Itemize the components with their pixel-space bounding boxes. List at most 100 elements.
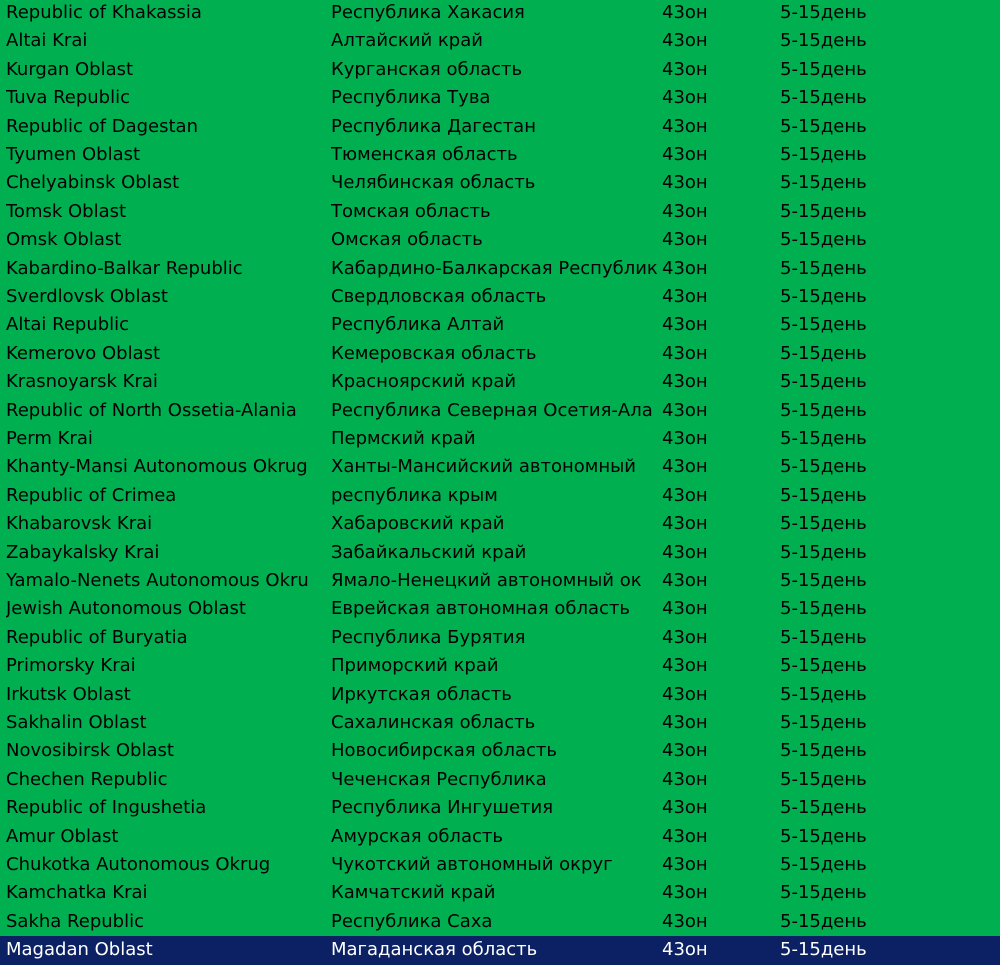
region-russian-cell[interactable]: Камчатский край — [331, 879, 659, 907]
delivery-days-cell[interactable]: 5-15день — [780, 169, 980, 197]
delivery-days-cell[interactable]: 5-15день — [780, 936, 980, 964]
table-row[interactable]: Sakhalin Oblast Сахалинская область 43он 5-… — [0, 709, 1000, 737]
region-russian-cell[interactable]: Свердловская область — [331, 283, 659, 311]
table-row[interactable]: Tyumen Oblast Тюменская область 43он 5-15де… — [0, 141, 1000, 169]
delivery-days-cell[interactable]: 5-15день — [780, 624, 980, 652]
region-russian-cell[interactable]: Ханты-Мансийский автономный — [331, 453, 659, 481]
courier-cell[interactable]: 43он — [662, 737, 772, 765]
region-english-cell[interactable]: Tyumen Oblast — [6, 141, 326, 169]
delivery-days-cell[interactable]: 5-15день — [780, 453, 980, 481]
region-english-cell[interactable]: Republic of Dagestan — [6, 113, 326, 141]
region-english-cell[interactable]: Republic of Buryatia — [6, 624, 326, 652]
region-english-cell[interactable]: Jewish Autonomous Oblast — [6, 595, 326, 623]
courier-cell[interactable]: 43он — [662, 198, 772, 226]
table-row[interactable]: Jewish Autonomous Oblast Еврейская автоно… — [0, 595, 1000, 623]
courier-cell[interactable]: 43он — [662, 567, 772, 595]
delivery-days-cell[interactable]: 5-15день — [780, 27, 980, 55]
courier-cell[interactable]: 43он — [662, 539, 772, 567]
region-english-cell[interactable]: Kurgan Oblast — [6, 56, 326, 84]
region-russian-cell[interactable]: Красноярский край — [331, 368, 659, 396]
region-english-cell[interactable]: Primorsky Krai — [6, 652, 326, 680]
table-row[interactable]: Republic of Crimea республика крым 43он 5-1… — [0, 482, 1000, 510]
delivery-days-cell[interactable]: 5-15день — [780, 823, 980, 851]
table-row[interactable]: Krasnoyarsk Krai Красноярский край 43он 5-1… — [0, 368, 1000, 396]
delivery-days-cell[interactable]: 5-15день — [780, 681, 980, 709]
region-russian-cell[interactable]: Забайкальский край — [331, 539, 659, 567]
courier-cell[interactable]: 43он — [662, 851, 772, 879]
table-row[interactable]: Sakha Republic Республика Саха 43он 5-15ден… — [0, 908, 1000, 936]
delivery-days-cell[interactable]: 5-15день — [780, 510, 980, 538]
region-russian-cell[interactable]: Республика Бурятия — [331, 624, 659, 652]
courier-cell[interactable]: 43он — [662, 681, 772, 709]
courier-cell[interactable]: 43он — [662, 453, 772, 481]
region-english-cell[interactable]: Chukotka Autonomous Okrug — [6, 851, 326, 879]
region-russian-cell[interactable]: Иркутская область — [331, 681, 659, 709]
region-russian-cell[interactable]: Магаданская область — [331, 936, 659, 964]
region-english-cell[interactable]: Kabardino-Balkar Republic — [6, 255, 326, 283]
region-english-cell[interactable]: Perm Krai — [6, 425, 326, 453]
courier-cell[interactable]: 43он — [662, 113, 772, 141]
delivery-days-cell[interactable]: 5-15день — [780, 567, 980, 595]
region-english-cell[interactable]: Republic of Crimea — [6, 482, 326, 510]
region-english-cell[interactable]: Kamchatka Krai — [6, 879, 326, 907]
delivery-days-cell[interactable]: 5-15день — [780, 652, 980, 680]
region-russian-cell[interactable]: Еврейская автономная область — [331, 595, 659, 623]
table-row[interactable]: Irkutsk Oblast Иркутская область 43он 5-15д… — [0, 681, 1000, 709]
delivery-days-cell[interactable]: 5-15день — [780, 0, 980, 27]
table-row[interactable]: Zabaykalsky Krai Забайкальский край 43он 5-… — [0, 539, 1000, 567]
region-russian-cell[interactable]: Новосибирская область — [331, 737, 659, 765]
region-russian-cell[interactable]: Республика Алтай — [331, 311, 659, 339]
region-russian-cell[interactable]: Республика Саха — [331, 908, 659, 936]
region-english-cell[interactable]: Krasnoyarsk Krai — [6, 368, 326, 396]
delivery-days-cell[interactable]: 5-15день — [780, 766, 980, 794]
region-russian-cell[interactable]: Томская область — [331, 198, 659, 226]
delivery-days-cell[interactable]: 5-15день — [780, 84, 980, 112]
courier-cell[interactable]: 43он — [662, 510, 772, 538]
table-row[interactable]: Republic of North Ossetia-Alania Республи… — [0, 397, 1000, 425]
courier-cell[interactable]: 43он — [662, 283, 772, 311]
courier-cell[interactable]: 43он — [662, 766, 772, 794]
delivery-days-cell[interactable]: 5-15день — [780, 794, 980, 822]
table-row[interactable]: Kabardino-Balkar Republic Кабардино-Балка… — [0, 255, 1000, 283]
delivery-days-cell[interactable]: 5-15день — [780, 113, 980, 141]
courier-cell[interactable]: 43он — [662, 652, 772, 680]
courier-cell[interactable]: 43он — [662, 226, 772, 254]
courier-cell[interactable]: 43он — [662, 169, 772, 197]
table-row[interactable]: Omsk Oblast Омская область 43он 5-15день — [0, 226, 1000, 254]
table-row[interactable]: Chechen Republic Чеченская Республика 43он… — [0, 766, 1000, 794]
delivery-days-cell[interactable]: 5-15день — [780, 482, 980, 510]
delivery-days-cell[interactable]: 5-15день — [780, 340, 980, 368]
courier-cell[interactable]: 43он — [662, 595, 772, 623]
courier-cell[interactable]: 43он — [662, 709, 772, 737]
region-russian-cell[interactable]: Республика Тува — [331, 84, 659, 112]
region-russian-cell[interactable]: Челябинская область — [331, 169, 659, 197]
delivery-days-cell[interactable]: 5-15день — [780, 397, 980, 425]
region-english-cell[interactable]: Republic of Khakassia — [6, 0, 326, 27]
courier-cell[interactable]: 43он — [662, 0, 772, 27]
table-row[interactable]: Republic of Ingushetia Республика Ингушет… — [0, 794, 1000, 822]
region-russian-cell[interactable]: республика крым — [331, 482, 659, 510]
region-english-cell[interactable]: Amur Oblast — [6, 823, 326, 851]
delivery-days-cell[interactable]: 5-15день — [780, 737, 980, 765]
table-row[interactable]: Kamchatka Krai Камчатский край 43он 5-15ден… — [0, 879, 1000, 907]
region-russian-cell[interactable]: Сахалинская область — [331, 709, 659, 737]
region-russian-cell[interactable]: Тюменская область — [331, 141, 659, 169]
region-english-cell[interactable]: Altai Republic — [6, 311, 326, 339]
table-row[interactable]: Kurgan Oblast Курганская область 43он 5-15д… — [0, 56, 1000, 84]
courier-cell[interactable]: 43он — [662, 823, 772, 851]
table-row[interactable]: Khabarovsk Krai Хабаровский край 43он 5-15д… — [0, 510, 1000, 538]
delivery-days-cell[interactable]: 5-15день — [780, 425, 980, 453]
region-english-cell[interactable]: Novosibirsk Oblast — [6, 737, 326, 765]
region-russian-cell[interactable]: Ямало-Ненецкий автономный ок — [331, 567, 659, 595]
delivery-days-cell[interactable]: 5-15день — [780, 255, 980, 283]
region-russian-cell[interactable]: Чеченская Республика — [331, 766, 659, 794]
delivery-days-cell[interactable]: 5-15день — [780, 141, 980, 169]
region-english-cell[interactable]: Chechen Republic — [6, 766, 326, 794]
courier-cell[interactable]: 43он — [662, 794, 772, 822]
region-russian-cell[interactable]: Кемеровская область — [331, 340, 659, 368]
courier-cell[interactable]: 43он — [662, 397, 772, 425]
table-row[interactable]: Republic of Dagestan Республика Дагестан 4… — [0, 113, 1000, 141]
region-english-cell[interactable]: Magadan Oblast — [6, 936, 326, 964]
region-russian-cell[interactable]: Приморский край — [331, 652, 659, 680]
courier-cell[interactable]: 43он — [662, 340, 772, 368]
